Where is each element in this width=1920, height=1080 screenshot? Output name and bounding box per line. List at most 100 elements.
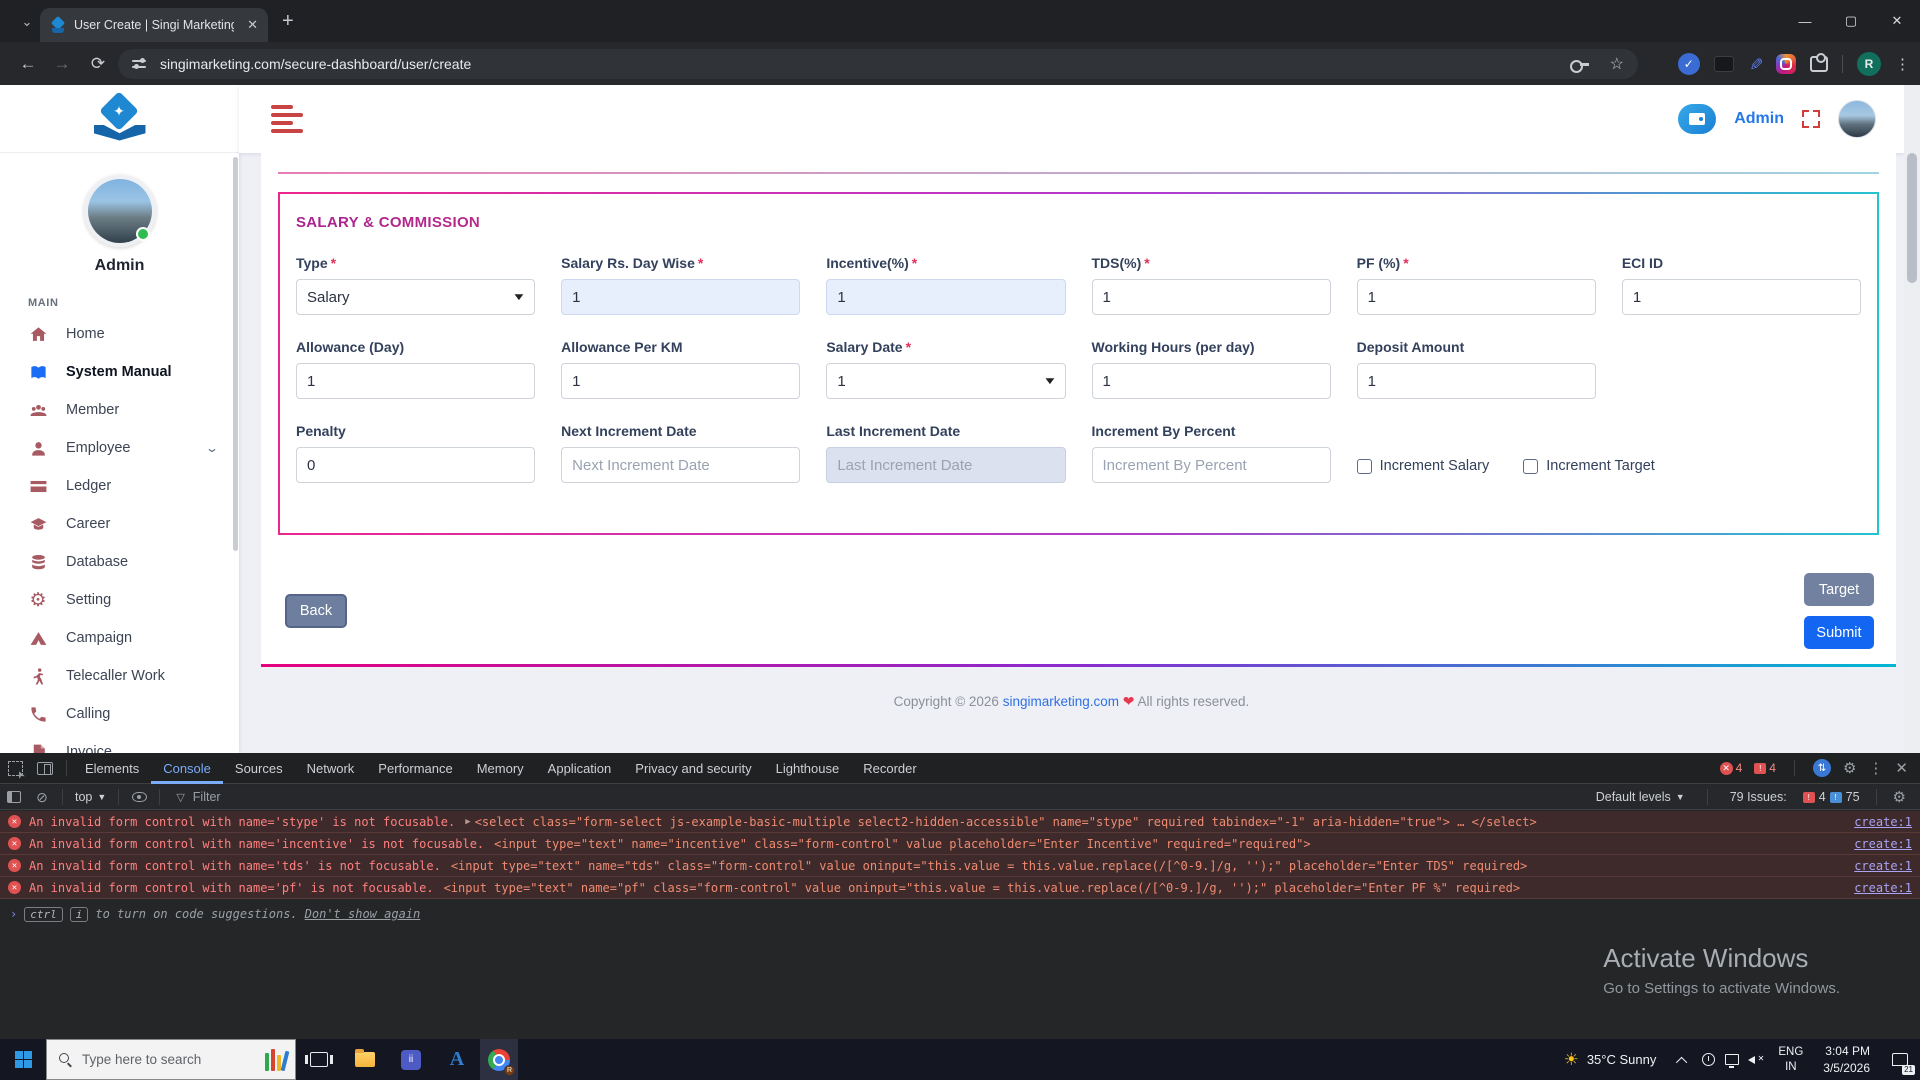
tab-console[interactable]: Console <box>151 753 223 784</box>
tab-lighthouse[interactable]: Lighthouse <box>764 753 852 784</box>
sync-extension-icon[interactable]: ⇅ <box>1813 759 1831 777</box>
new-tab-button[interactable]: + <box>282 10 294 33</box>
tab-recorder[interactable]: Recorder <box>851 753 928 784</box>
deposit-amount-input[interactable] <box>1357 363 1596 399</box>
app-logo[interactable] <box>0 85 239 153</box>
bookmark-star-icon[interactable]: ☆ <box>1610 54 1624 74</box>
browser-menu-icon[interactable]: ⋮ <box>1895 55 1910 73</box>
extension-pen-icon[interactable]: ✎ <box>1745 57 1765 71</box>
sidebar-item-system-manual[interactable]: System Manual <box>0 353 239 391</box>
tab-performance[interactable]: Performance <box>366 753 464 784</box>
task-view-button[interactable] <box>296 1039 342 1080</box>
console-prompt[interactable]: › ctrl i to turn on code suggestions. Do… <box>0 902 1920 926</box>
sidebar-item-employee[interactable]: Employee ⌄ <box>0 429 239 467</box>
console-error-badge[interactable]: ✕4 <box>1720 761 1743 775</box>
extension-check-icon[interactable]: ✓ <box>1678 53 1700 75</box>
tab-memory[interactable]: Memory <box>465 753 536 784</box>
salary-date-select[interactable]: 1▼ <box>826 363 1065 399</box>
network-tray-icon[interactable] <box>1720 1039 1744 1080</box>
source-link[interactable]: create:1 <box>1840 815 1912 829</box>
allowance-day-input[interactable] <box>296 363 535 399</box>
console-settings-icon[interactable]: ⚙ <box>1893 788 1906 806</box>
sidebar-item-career[interactable]: Career <box>0 505 239 543</box>
type-select[interactable]: Salary▼ <box>296 279 535 315</box>
action-center-button[interactable]: 21 <box>1880 1039 1920 1080</box>
extensions-puzzle-icon[interactable] <box>1810 56 1828 72</box>
back-button[interactable]: Back <box>285 594 347 628</box>
tds-input[interactable] <box>1092 279 1331 315</box>
teams-button[interactable]: ii <box>388 1039 434 1080</box>
incentive-input[interactable] <box>826 279 1065 315</box>
site-info-icon[interactable] <box>132 57 148 71</box>
salary-day-wise-input[interactable] <box>561 279 800 315</box>
inspect-element-icon[interactable] <box>0 761 30 776</box>
back-icon[interactable]: ← <box>14 50 42 78</box>
sidebar-item-telecaller-work[interactable]: Telecaller Work <box>0 657 239 695</box>
taskbar-search[interactable]: Type here to search <box>46 1039 296 1080</box>
taskbar-clock[interactable]: 3:04 PM 3/5/2026 <box>1813 1043 1880 1075</box>
taskbar-weather[interactable]: ☀ 35°C Sunny <box>1550 1050 1671 1070</box>
user-avatar[interactable] <box>84 175 156 247</box>
profile-avatar[interactable]: R <box>1857 52 1881 76</box>
source-link[interactable]: create:1 <box>1840 837 1912 851</box>
tab-close-icon[interactable]: ✕ <box>247 17 258 33</box>
console-error-row[interactable]: ✕ An invalid form control with name='sty… <box>0 811 1920 833</box>
sidebar-item-calling[interactable]: Calling <box>0 695 239 733</box>
console-error-row[interactable]: ✕ An invalid form control with name='inc… <box>0 833 1920 855</box>
browser-tab[interactable]: User Create | Singi Marketing P ✕ <box>40 8 268 42</box>
scrollbar-thumb[interactable] <box>1907 153 1917 283</box>
extension-camera-icon[interactable] <box>1776 54 1796 74</box>
tab-application[interactable]: Application <box>536 753 624 784</box>
increment-salary-checkbox[interactable]: Increment Salary <box>1357 458 1490 474</box>
devtools-close-icon[interactable]: ✕ <box>1895 759 1908 777</box>
eci-id-input[interactable] <box>1622 279 1861 315</box>
footer-link[interactable]: singimarketing.com <box>1003 694 1119 709</box>
tab-privacy-security[interactable]: Privacy and security <box>623 753 763 784</box>
dont-show-again-link[interactable]: Don't show again <box>305 907 421 921</box>
log-levels-selector[interactable]: Default levels▼ <box>1590 790 1691 804</box>
penalty-input[interactable] <box>296 447 535 483</box>
next-increment-date-input[interactable] <box>561 447 800 483</box>
page-scrollbar[interactable] <box>1904 85 1920 753</box>
devtools-settings-icon[interactable]: ⚙ <box>1843 759 1856 777</box>
chrome-taskbar-button[interactable]: R <box>480 1039 518 1080</box>
hamburger-menu-icon[interactable] <box>271 105 307 133</box>
header-avatar[interactable] <box>1838 100 1876 138</box>
context-selector[interactable]: top▼ <box>69 790 112 804</box>
device-toolbar-icon[interactable] <box>30 762 60 775</box>
issues-counter[interactable]: 79 Issues: <box>1724 790 1793 804</box>
sidebar-item-home[interactable]: Home <box>0 315 239 353</box>
tab-search-icon[interactable]: ⌄ <box>14 9 40 35</box>
allowance-per-km-input[interactable] <box>561 363 800 399</box>
tab-sources[interactable]: Sources <box>223 753 295 784</box>
hidden-icons-chevron[interactable] <box>1670 1039 1696 1080</box>
language-indicator[interactable]: ENG IN <box>1768 1045 1813 1074</box>
pf-input[interactable] <box>1357 279 1596 315</box>
sidebar-item-invoice[interactable]: Invoice <box>0 733 239 753</box>
extension-dark-icon[interactable] <box>1714 56 1734 72</box>
fullscreen-icon[interactable] <box>1802 110 1820 128</box>
sidebar-item-campaign[interactable]: Campaign <box>0 619 239 657</box>
source-link[interactable]: create:1 <box>1840 859 1912 873</box>
sidebar-item-ledger[interactable]: Ledger <box>0 467 239 505</box>
source-link[interactable]: create:1 <box>1840 881 1912 895</box>
eye-icon[interactable] <box>125 792 153 802</box>
header-role-label[interactable]: Admin <box>1734 110 1784 128</box>
console-error-row[interactable]: ✕ An invalid form control with name='tds… <box>0 855 1920 877</box>
alarm-tray-icon[interactable] <box>1696 1039 1720 1080</box>
file-explorer-button[interactable] <box>342 1039 388 1080</box>
sidebar-item-member[interactable]: Member <box>0 391 239 429</box>
maximize-button[interactable]: ▢ <box>1828 0 1874 42</box>
tab-network[interactable]: Network <box>295 753 367 784</box>
issues-badge[interactable]: !4 <box>1754 761 1776 775</box>
wallet-icon[interactable] <box>1678 104 1716 134</box>
tab-elements[interactable]: Elements <box>73 753 151 784</box>
expand-icon[interactable]: ▶ <box>465 817 470 827</box>
sidebar-scrollbar[interactable] <box>233 157 238 551</box>
working-hours-input[interactable] <box>1092 363 1331 399</box>
devtools-menu-icon[interactable]: ⋮ <box>1868 759 1883 777</box>
submit-button[interactable]: Submit <box>1804 616 1874 649</box>
console-filter[interactable]: ▽Filter <box>176 790 220 804</box>
sidebar-item-setting[interactable]: ⚙ Setting <box>0 581 239 619</box>
forward-icon[interactable]: → <box>48 50 76 78</box>
